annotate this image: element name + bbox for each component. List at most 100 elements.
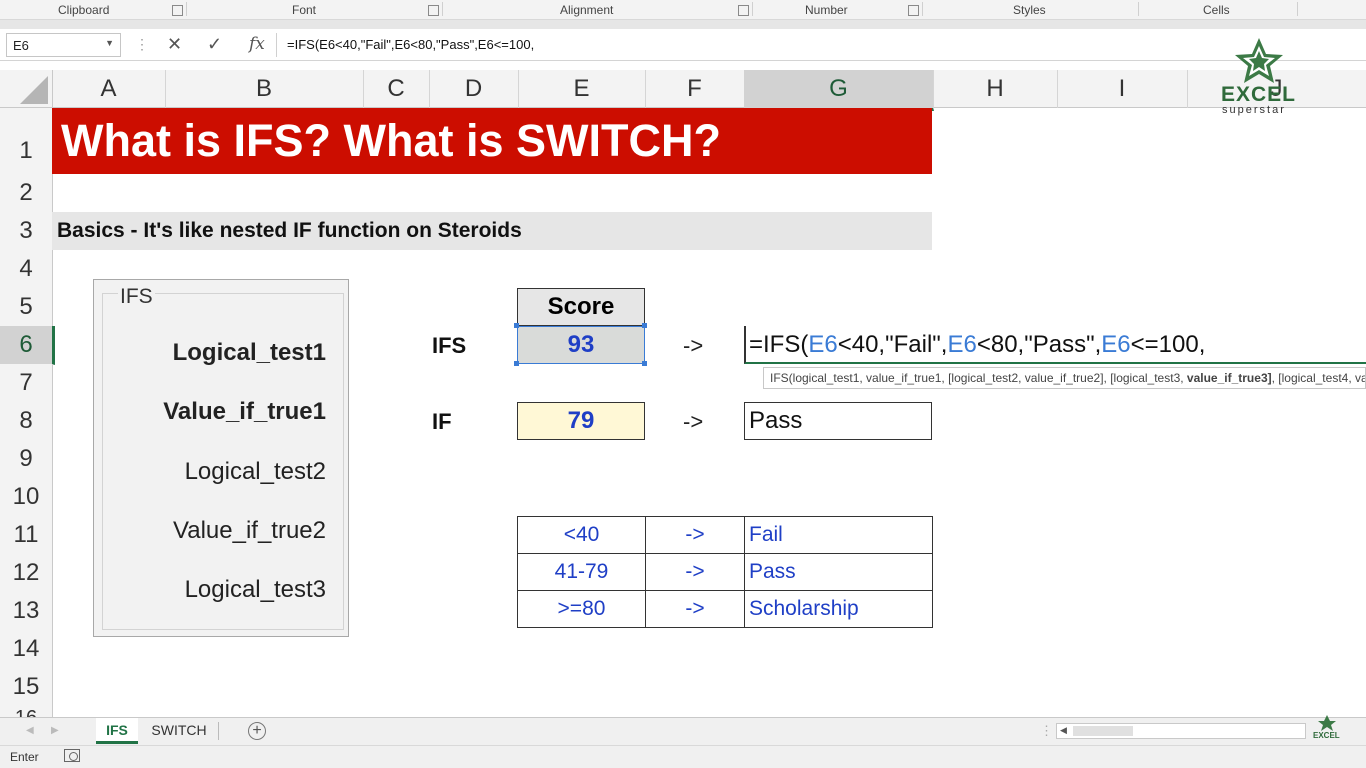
star-icon	[1318, 715, 1336, 731]
insert-function-icon[interactable]: fx	[249, 34, 265, 54]
row-header-2[interactable]: 2	[0, 174, 53, 213]
row-header-15[interactable]: 15	[0, 668, 53, 707]
ifs-arrow: ->	[683, 333, 704, 358]
ifs-score-cell[interactable]: 93	[517, 326, 645, 364]
tooltip-text: IFS(logical_test1, value_if_true1, [logi…	[770, 371, 1187, 385]
cancel-icon[interactable]: ✕	[167, 34, 182, 55]
groupbox-item-value-if-true2: Value_if_true2	[173, 517, 326, 544]
rule-grade-cell[interactable]: Fail	[744, 516, 933, 554]
ribbon-group-clipboard: Clipboard	[58, 3, 110, 17]
column-header-h[interactable]: H	[933, 70, 1058, 108]
tab-split-handle-icon[interactable]: ⋮	[1040, 723, 1053, 739]
row-header-6[interactable]: 6	[0, 326, 55, 365]
grade-rules-table: <40 -> Fail 41-79 -> Pass >=80 -> Schola…	[517, 516, 933, 628]
sheet-subtitle[interactable]: Basics - It's like nested IF function on…	[52, 212, 932, 250]
number-launcher-icon[interactable]	[908, 5, 919, 16]
horizontal-scrollbar[interactable]: ◀	[1056, 723, 1306, 739]
chevron-down-icon[interactable]: ▼	[105, 38, 114, 48]
if-score-cell[interactable]: 79	[517, 402, 645, 440]
selection-handle[interactable]	[642, 361, 647, 366]
scroll-left-icon[interactable]: ◀	[26, 725, 34, 736]
score-header[interactable]: Score	[517, 288, 645, 326]
row-header-12[interactable]: 12	[0, 554, 53, 593]
row-header-4[interactable]: 4	[0, 250, 53, 289]
formula-part: <80,"Pass",	[976, 331, 1102, 358]
groupbox-item-logical-test2: Logical_test2	[184, 458, 326, 485]
row-header-3[interactable]: 3	[0, 212, 53, 251]
selection-handle[interactable]	[514, 323, 519, 328]
row-header-10[interactable]: 10	[0, 478, 53, 517]
macro-record-icon[interactable]	[64, 749, 80, 762]
if-arrow: ->	[683, 409, 704, 434]
ribbon-group-styles: Styles	[1013, 3, 1046, 17]
scroll-thumb[interactable]	[1073, 726, 1133, 736]
select-all-button[interactable]	[0, 70, 53, 108]
clipboard-launcher-icon[interactable]	[172, 5, 183, 16]
rule-range-cell[interactable]: 41-79	[517, 553, 646, 591]
rule-arrow-cell[interactable]: ->	[645, 553, 745, 591]
formula-part: <=100,	[1130, 331, 1206, 358]
ribbon-group-cells: Cells	[1203, 3, 1230, 17]
if-result-cell[interactable]: Pass	[744, 402, 932, 440]
cell-ref-e6: E6	[808, 331, 838, 358]
column-header-g[interactable]: G	[744, 70, 934, 111]
formula-divider	[276, 33, 277, 57]
group-divider	[922, 2, 923, 16]
font-launcher-icon[interactable]	[428, 5, 439, 16]
drag-handle-icon[interactable]: ⋮	[135, 36, 149, 53]
table-row: 41-79 -> Pass	[517, 553, 933, 591]
row-header-1[interactable]: 1	[0, 108, 53, 175]
excel-superstar-logo: EXCEL superstar	[1216, 36, 1302, 118]
table-row: >=80 -> Scholarship	[517, 590, 933, 628]
rule-grade-cell[interactable]: Pass	[744, 553, 933, 591]
column-header-i[interactable]: I	[1057, 70, 1188, 108]
logo-subtext: superstar	[1222, 104, 1286, 116]
rule-range-cell[interactable]: <40	[517, 516, 646, 554]
group-divider	[1138, 2, 1139, 16]
tooltip-current-arg: value_if_true3]	[1186, 371, 1272, 385]
ribbon-group-labels: Clipboard Font Alignment Number Styles C…	[0, 0, 1366, 20]
selection-handle[interactable]	[642, 323, 647, 328]
tab-ifs[interactable]: IFS	[96, 718, 138, 744]
name-box[interactable]: E6 ▼	[6, 33, 121, 57]
sheet-title[interactable]: What is IFS? What is SWITCH?	[52, 108, 932, 174]
tab-switch[interactable]: SWITCH	[142, 718, 216, 744]
row-header-9[interactable]: 9	[0, 440, 53, 479]
formula-part: <40,"Fail",	[837, 331, 948, 358]
row-header-13[interactable]: 13	[0, 592, 53, 631]
column-header-f[interactable]: F	[645, 70, 745, 108]
function-tooltip[interactable]: IFS(logical_test1, value_if_true1, [logi…	[763, 367, 1366, 389]
selection-handle[interactable]	[514, 361, 519, 366]
table-row: <40 -> Fail	[517, 516, 933, 554]
row-header-14[interactable]: 14	[0, 630, 53, 669]
scroll-right-icon[interactable]: ▶	[51, 725, 59, 736]
rule-arrow-cell[interactable]: ->	[645, 590, 745, 628]
tab-divider	[218, 722, 219, 740]
column-header-a[interactable]: A	[52, 70, 166, 108]
column-header-b[interactable]: B	[165, 70, 364, 108]
column-header-d[interactable]: D	[429, 70, 519, 108]
scroll-left-arrow-icon[interactable]: ◀	[1060, 725, 1067, 736]
formula-input[interactable]: =IFS(E6<40,"Fail",E6<80,"Pass",E6<=100,	[283, 33, 1198, 57]
rule-arrow-cell[interactable]: ->	[645, 516, 745, 554]
column-header-c[interactable]: C	[363, 70, 430, 108]
name-box-value: E6	[13, 38, 29, 53]
add-sheet-icon[interactable]: +	[248, 722, 266, 740]
ribbon-group-alignment: Alignment	[560, 3, 614, 17]
ribbon-group-number: Number	[805, 3, 848, 17]
alignment-launcher-icon[interactable]	[738, 5, 749, 16]
star-icon	[1235, 38, 1283, 83]
row-header-7[interactable]: 7	[0, 364, 53, 403]
active-formula-cell[interactable]: =IFS(E6<40,"Fail",E6<80,"Pass",E6<=100,	[744, 326, 1366, 364]
rule-range-cell[interactable]: >=80	[517, 590, 646, 628]
row-header-5[interactable]: 5	[0, 288, 53, 327]
rule-grade-cell[interactable]: Scholarship	[744, 590, 933, 628]
column-header-e[interactable]: E	[518, 70, 646, 108]
row-header-11[interactable]: 11	[0, 516, 53, 555]
groupbox-label: IFS	[118, 285, 155, 309]
enter-icon[interactable]: ✓	[207, 34, 222, 55]
column-header-row: A B C D E F G H I J	[0, 70, 1366, 111]
tooltip-text-end: , [logical_test4, value_if_true4], ...)	[1271, 371, 1365, 385]
row-header-8[interactable]: 8	[0, 402, 53, 441]
watermark-logo: EXCEL	[1312, 714, 1342, 744]
